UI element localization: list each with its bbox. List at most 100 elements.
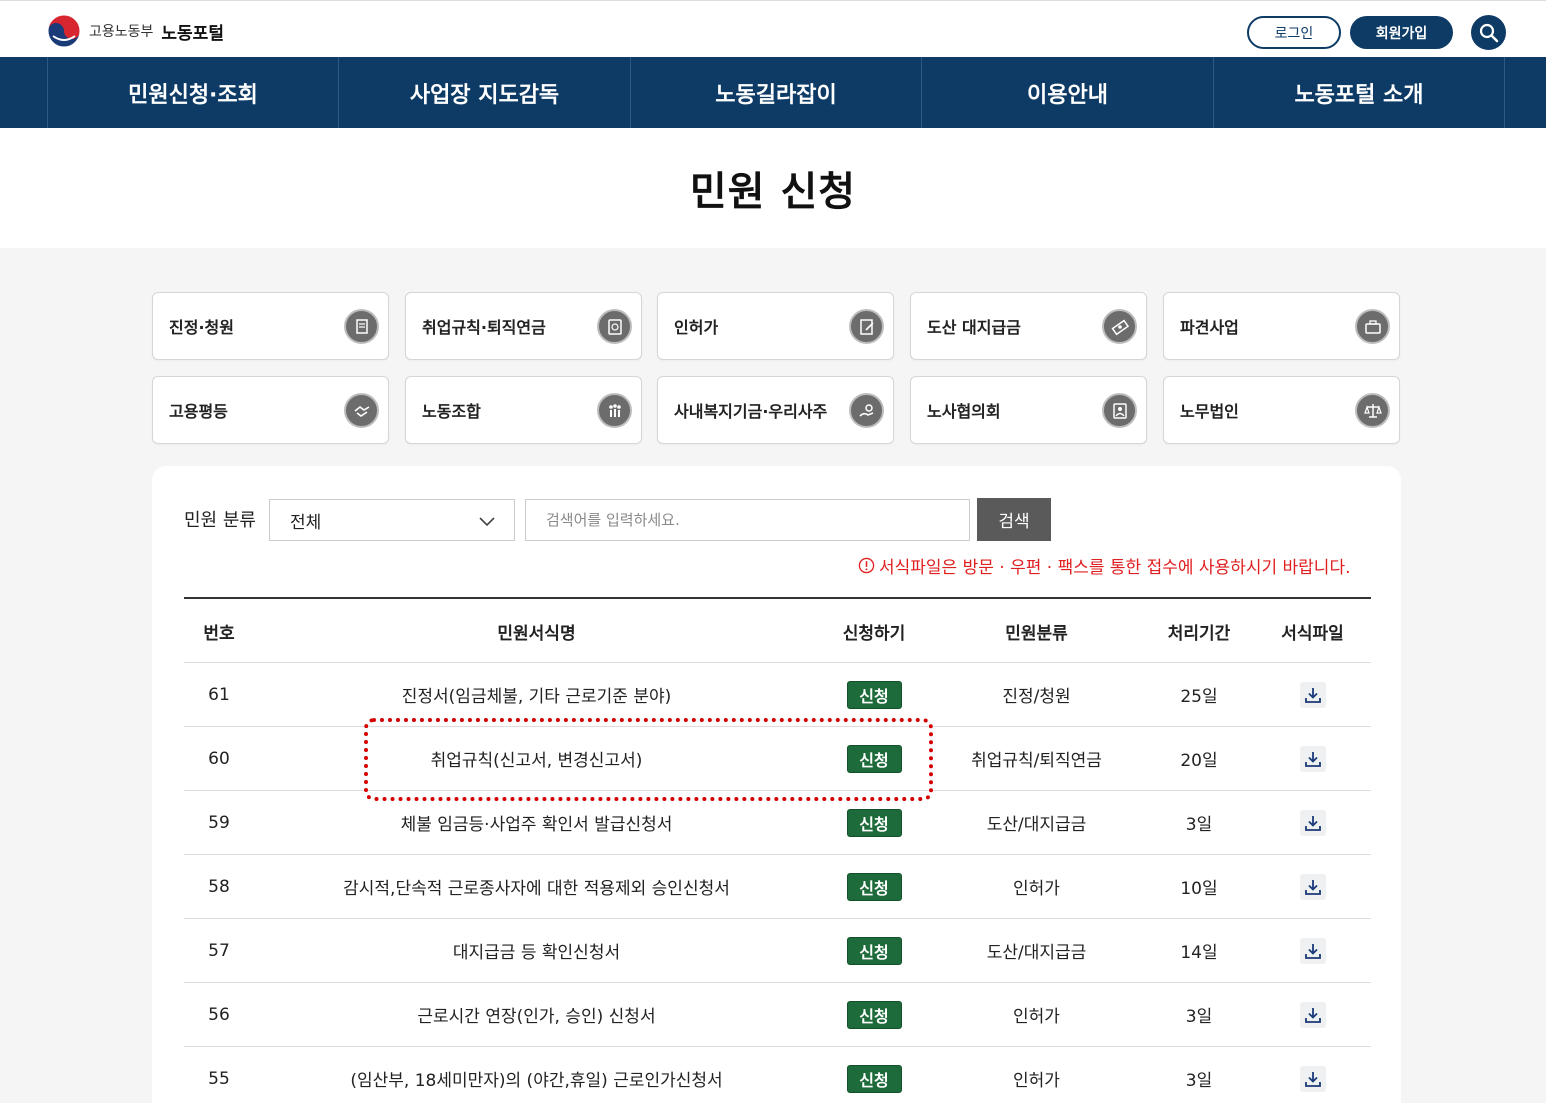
category-label: 진정·청원: [169, 318, 234, 337]
row-form-name[interactable]: (임산부, 18세미만자)의 (야간,휴일) 근로인가신청서: [254, 1047, 819, 1103]
chevron-down-icon: [479, 517, 495, 527]
apply-button[interactable]: 신청: [846, 1064, 902, 1093]
category-card-union[interactable]: 노동조합: [405, 376, 642, 444]
header-number: 번호: [203, 623, 235, 644]
council-icon: [1102, 393, 1137, 428]
category-label: 인허가: [674, 318, 719, 337]
table-row: 59 체불 임금등·사업주 확인서 발급신청서 신청 도산/대지급금 3일: [184, 791, 1371, 855]
notice-message: 서식파일은 방문 · 우편 · 팩스를 통한 접수에 사용하시기 바랍니다.: [858, 553, 1351, 578]
portal-name: 노동포털: [161, 23, 224, 44]
row-form-name[interactable]: 감시적,단속적 근로종사자에 대한 적용제외 승인신청서: [254, 855, 819, 918]
briefcase-icon: [1355, 309, 1390, 344]
row-number: 59: [208, 812, 230, 833]
download-button[interactable]: [1299, 873, 1326, 900]
category-label: 파견사업: [1180, 318, 1239, 337]
category-label: 사내복지기금·우리사주: [674, 402, 828, 421]
apply-button[interactable]: 신청: [846, 680, 902, 709]
download-button[interactable]: [1299, 745, 1326, 772]
category-card-council[interactable]: 노사협의회: [910, 376, 1147, 444]
download-icon: [1304, 815, 1321, 831]
header-apply: 신청하기: [842, 623, 906, 644]
category-label: 노무법인: [1180, 402, 1239, 421]
category-card-insolvency[interactable]: 도산 대지급금: [910, 292, 1147, 360]
download-button[interactable]: [1299, 681, 1326, 708]
row-form-name[interactable]: 근로시간 연장(인가, 승인) 신청서: [254, 983, 819, 1046]
row-period: 3일: [1185, 815, 1213, 835]
download-button[interactable]: [1299, 1065, 1326, 1092]
apply-button[interactable]: 신청: [846, 808, 902, 837]
gnb-item-civil[interactable]: 민원신청·조회: [47, 57, 338, 128]
header-category: 민원분류: [1005, 623, 1068, 644]
row-number: 57: [208, 940, 230, 961]
gnb-item-about[interactable]: 노동포털 소개: [1213, 57, 1505, 128]
row-form-name[interactable]: 취업규칙(신고서, 변경신고서): [254, 727, 819, 790]
login-button[interactable]: 로그인: [1247, 16, 1341, 49]
category-card-labor-firm[interactable]: 노무법인: [1163, 376, 1400, 444]
gnb-item-usage[interactable]: 이용안내: [921, 57, 1213, 128]
category-card-equality[interactable]: 고용평등: [152, 376, 389, 444]
table-row: 58 감시적,단속적 근로종사자에 대한 적용제외 승인신청서 신청 인허가 1…: [184, 855, 1371, 919]
gnb-item-inspection[interactable]: 사업장 지도감독: [338, 57, 630, 128]
category-label: 고용평등: [169, 402, 228, 421]
download-icon: [1304, 1007, 1321, 1023]
apply-button[interactable]: 신청: [846, 744, 902, 773]
header-form-name: 민원서식명: [497, 623, 576, 644]
apply-button[interactable]: 신청: [846, 936, 902, 965]
category-card-permit[interactable]: 인허가: [657, 292, 894, 360]
category-select[interactable]: 전체: [269, 499, 515, 541]
site-logo[interactable]: 고용노동부 노동포털: [47, 14, 224, 48]
search-button[interactable]: 검색: [977, 498, 1051, 541]
row-period: 25일: [1180, 687, 1218, 707]
download-icon: [1304, 687, 1321, 703]
search-input[interactable]: [525, 499, 970, 541]
row-form-name[interactable]: 대지급금 등 확인신청서: [254, 919, 819, 982]
table-row: 56 근로시간 연장(인가, 승인) 신청서 신청 인허가 3일: [184, 983, 1371, 1047]
table-row: 55 (임산부, 18세미만자)의 (야간,휴일) 근로인가신청서 신청 인허가…: [184, 1047, 1371, 1103]
row-period: 14일: [1180, 943, 1218, 963]
category-card-welfare[interactable]: 사내복지기금·우리사주: [657, 376, 894, 444]
global-nav: 민원신청·조회 사업장 지도감독 노동길라잡이 이용안내 노동포털 소개: [0, 57, 1546, 128]
download-button[interactable]: [1299, 937, 1326, 964]
apply-button[interactable]: 신청: [846, 1000, 902, 1029]
forms-table: 번호 민원서식명 신청하기 민원분류 처리기간 서식파일 61 진정서(임금체불…: [184, 597, 1371, 1103]
row-category: 도산/대지급금: [986, 815, 1087, 835]
row-period: 10일: [1180, 879, 1218, 899]
download-icon: [1304, 879, 1321, 895]
row-category: 취업규칙/퇴직연금: [971, 751, 1102, 771]
gnb-item-guide[interactable]: 노동길라잡이: [630, 57, 921, 128]
row-form-name[interactable]: 체불 임금등·사업주 확인서 발급신청서: [254, 791, 819, 854]
row-category: 도산/대지급금: [986, 943, 1087, 963]
category-label: 노동조합: [422, 402, 481, 421]
table-row: 60 취업규칙(신고서, 변경신고서) 신청 취업규칙/퇴직연금 20일: [184, 727, 1371, 791]
download-icon: [1304, 943, 1321, 959]
apply-button[interactable]: 신청: [846, 872, 902, 901]
top-bar: 고용노동부 노동포털 로그인 회원가입: [0, 0, 1546, 57]
category-label: 도산 대지급금: [927, 318, 1021, 337]
top-search-button[interactable]: [1471, 15, 1506, 50]
row-category: 진정/청원: [1002, 687, 1071, 707]
petition-icon: [344, 309, 379, 344]
row-period: 3일: [1185, 1007, 1213, 1027]
category-card-rules[interactable]: 취업규칙·퇴직연금: [405, 292, 642, 360]
category-label: 취업규칙·퇴직연금: [422, 318, 546, 337]
table-row: 57 대지급금 등 확인신청서 신청 도산/대지급금 14일: [184, 919, 1371, 983]
download-icon: [1304, 1071, 1321, 1087]
download-button[interactable]: [1299, 1001, 1326, 1028]
category-label: 노사협의회: [927, 402, 1001, 421]
row-category: 인허가: [1013, 1007, 1060, 1027]
category-card-dispatch[interactable]: 파견사업: [1163, 292, 1400, 360]
ministry-name: 고용노동부: [89, 24, 154, 40]
download-button[interactable]: [1299, 809, 1326, 836]
row-form-name[interactable]: 진정서(임금체불, 기타 근로기준 분야): [254, 663, 819, 726]
row-category: 인허가: [1013, 1071, 1060, 1091]
category-card-petition[interactable]: 진정·청원: [152, 292, 389, 360]
row-period: 20일: [1180, 751, 1218, 771]
table-row: 61 진정서(임금체불, 기타 근로기준 분야) 신청 진정/청원 25일: [184, 663, 1371, 727]
row-period: 3일: [1185, 1071, 1213, 1091]
row-number: 61: [208, 684, 230, 705]
notice-text: 서식파일은 방문 · 우편 · 팩스를 통한 접수에 사용하시기 바랍니다.: [879, 558, 1351, 578]
handshake-icon: [344, 393, 379, 428]
scale-icon: [1355, 393, 1390, 428]
join-button[interactable]: 회원가입: [1350, 16, 1453, 49]
government-emblem-icon: [47, 14, 81, 48]
